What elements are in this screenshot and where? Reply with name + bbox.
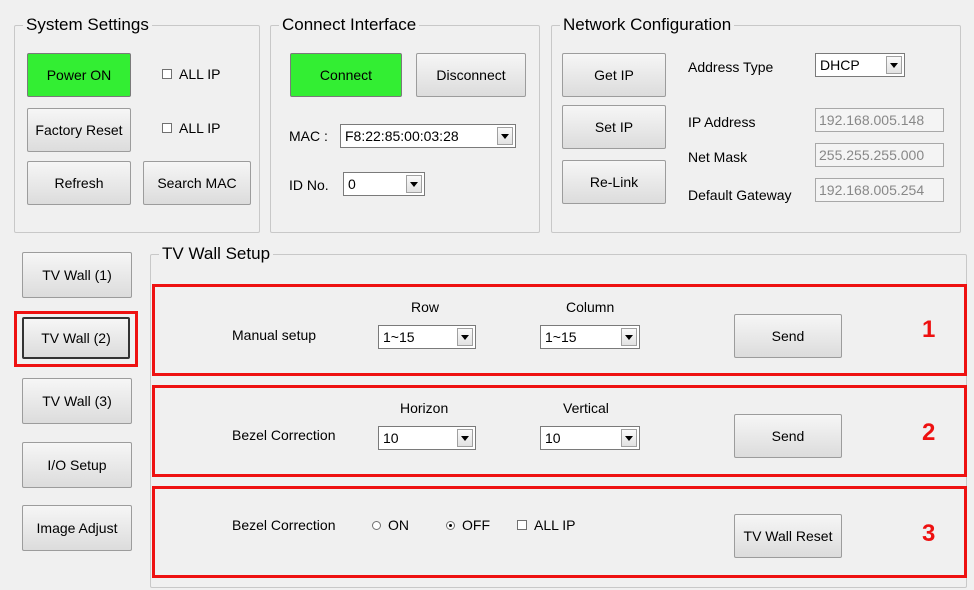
row-value: 1~15 bbox=[383, 329, 415, 345]
id-label: ID No. bbox=[289, 177, 329, 193]
tv-wall-reset-button[interactable]: TV Wall Reset bbox=[734, 514, 842, 558]
tv-wall-3-button[interactable]: TV Wall (3) bbox=[22, 378, 132, 424]
address-type-label: Address Type bbox=[688, 59, 774, 75]
horizon-value: 10 bbox=[383, 430, 399, 446]
power-all-ip-checkbox[interactable]: ALL IP bbox=[162, 66, 221, 82]
factory-reset-button[interactable]: Factory Reset bbox=[27, 108, 131, 152]
net-mask-label: Net Mask bbox=[688, 149, 748, 165]
bezel-all-ip-label: ALL IP bbox=[534, 517, 576, 533]
horizon-select[interactable]: 10 bbox=[378, 426, 476, 450]
net-mask-field[interactable]: 255.255.255.000 bbox=[815, 143, 944, 167]
radio-circle-selected bbox=[446, 520, 455, 530]
refresh-button[interactable]: Refresh bbox=[27, 161, 131, 205]
column-value: 1~15 bbox=[545, 329, 577, 345]
chevron-down-icon[interactable] bbox=[406, 175, 422, 193]
chevron-down-icon[interactable] bbox=[457, 328, 473, 346]
bezel-on-radio[interactable]: ON bbox=[372, 517, 409, 533]
bezel-off-radio[interactable]: OFF bbox=[446, 517, 490, 533]
network-configuration-title: Network Configuration bbox=[560, 14, 735, 36]
row-select[interactable]: 1~15 bbox=[378, 325, 476, 349]
disconnect-button[interactable]: Disconnect bbox=[416, 53, 526, 97]
ip-address-field[interactable]: 192.168.005.148 bbox=[815, 108, 944, 132]
default-gateway-field[interactable]: 192.168.005.254 bbox=[815, 178, 944, 202]
column-header: Column bbox=[566, 299, 615, 315]
bezel-send-button[interactable]: Send bbox=[734, 414, 842, 458]
vertical-value: 10 bbox=[545, 430, 561, 446]
tv-wall-1-button[interactable]: TV Wall (1) bbox=[22, 252, 132, 298]
bezel-toggle-label: Bezel Correction bbox=[232, 517, 336, 533]
vertical-select[interactable]: 10 bbox=[540, 426, 640, 450]
section-number-3: 3 bbox=[922, 520, 936, 547]
vertical-header: Vertical bbox=[563, 400, 609, 416]
get-ip-button[interactable]: Get IP bbox=[562, 53, 666, 97]
default-gateway-label: Default Gateway bbox=[688, 187, 792, 203]
mac-value: F8:22:85:00:03:28 bbox=[345, 128, 459, 144]
set-ip-button[interactable]: Set IP bbox=[562, 105, 666, 149]
address-type-value: DHCP bbox=[820, 57, 860, 73]
io-setup-button[interactable]: I/O Setup bbox=[22, 442, 132, 488]
power-on-button[interactable]: Power ON bbox=[27, 53, 131, 97]
bezel-all-ip-checkbox[interactable]: ALL IP bbox=[517, 517, 576, 533]
chevron-down-icon[interactable] bbox=[621, 429, 637, 447]
connect-button[interactable]: Connect bbox=[290, 53, 402, 97]
mac-select[interactable]: F8:22:85:00:03:28 bbox=[340, 124, 516, 148]
relink-button[interactable]: Re-Link bbox=[562, 160, 666, 204]
id-select[interactable]: 0 bbox=[343, 172, 425, 196]
tv-wall-setup-title: TV Wall Setup bbox=[159, 243, 274, 265]
manual-send-button[interactable]: Send bbox=[734, 314, 842, 358]
search-mac-button[interactable]: Search MAC bbox=[143, 161, 251, 205]
chevron-down-icon[interactable] bbox=[457, 429, 473, 447]
checkbox-box bbox=[517, 520, 527, 530]
chevron-down-icon[interactable] bbox=[621, 328, 637, 346]
radio-circle bbox=[372, 520, 381, 530]
checkbox-box bbox=[162, 123, 172, 133]
address-type-select[interactable]: DHCP bbox=[815, 53, 905, 77]
section-number-1: 1 bbox=[922, 316, 936, 343]
system-settings-title: System Settings bbox=[23, 14, 152, 36]
manual-setup-label: Manual setup bbox=[232, 327, 317, 343]
bezel-correction-label: Bezel Correction bbox=[232, 427, 336, 443]
ip-address-label: IP Address bbox=[688, 114, 756, 130]
chevron-down-icon[interactable] bbox=[886, 56, 902, 74]
row-header: Row bbox=[411, 299, 440, 315]
connect-interface-title: Connect Interface bbox=[279, 14, 420, 36]
horizon-header: Horizon bbox=[400, 400, 449, 416]
tv-wall-2-button[interactable]: TV Wall (2) bbox=[22, 317, 130, 359]
image-adjust-button[interactable]: Image Adjust bbox=[22, 505, 132, 551]
checkbox-box bbox=[162, 69, 172, 79]
power-all-ip-label: ALL IP bbox=[179, 66, 221, 82]
bezel-on-label: ON bbox=[388, 517, 409, 533]
factory-all-ip-checkbox[interactable]: ALL IP bbox=[162, 120, 221, 136]
factory-all-ip-label: ALL IP bbox=[179, 120, 221, 136]
column-select[interactable]: 1~15 bbox=[540, 325, 640, 349]
bezel-off-label: OFF bbox=[462, 517, 490, 533]
id-value: 0 bbox=[348, 176, 356, 192]
chevron-down-icon[interactable] bbox=[497, 127, 513, 145]
mac-label: MAC : bbox=[289, 128, 328, 144]
section-number-2: 2 bbox=[922, 419, 936, 446]
